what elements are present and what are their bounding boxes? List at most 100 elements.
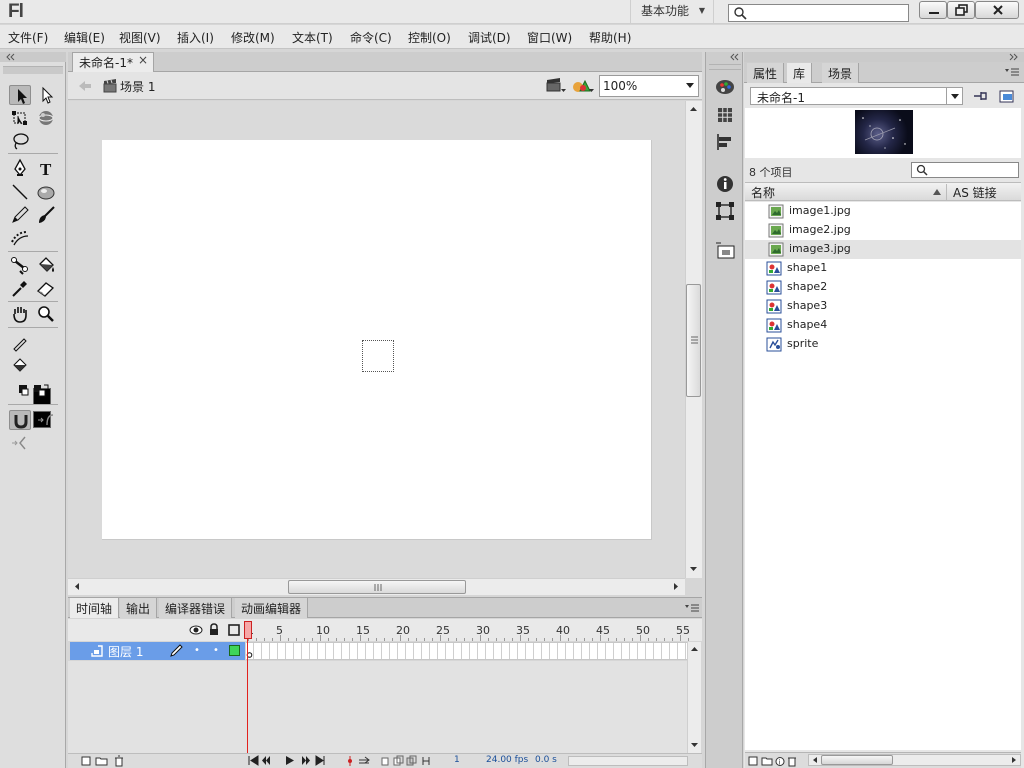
library-document-select[interactable]: 未命名-1 <box>750 87 963 105</box>
scroll-up-icon[interactable] <box>688 644 701 654</box>
close-tab-icon[interactable]: × <box>138 53 148 67</box>
snap-to-objects-button[interactable] <box>9 410 31 430</box>
scroll-right-icon[interactable] <box>1009 755 1019 765</box>
library-actions[interactable]: i <box>748 754 810 768</box>
help-search-input[interactable] <box>728 4 909 22</box>
scroll-right-icon[interactable] <box>670 579 682 594</box>
eraser-tool[interactable] <box>35 278 57 298</box>
library-item[interactable]: image1.jpg <box>745 202 1021 221</box>
tab-motion-editor[interactable]: 动画编辑器 <box>235 598 309 618</box>
restore-button[interactable] <box>947 1 975 19</box>
menu-edit[interactable]: 编辑(E) <box>64 29 105 46</box>
outline-icon[interactable] <box>228 624 240 636</box>
transform-panel-icon[interactable] <box>713 200 737 222</box>
library-item[interactable]: shape2 <box>745 278 1021 297</box>
subselection-tool[interactable] <box>35 85 57 105</box>
eye-icon[interactable] <box>189 624 203 636</box>
timeline-vertical-scrollbar[interactable] <box>687 642 701 754</box>
timeline-horizontal-scrollbar[interactable] <box>568 756 688 766</box>
scroll-left-icon[interactable] <box>810 755 820 765</box>
edit-scene-icon[interactable] <box>545 77 567 95</box>
menu-text[interactable]: 文本(T) <box>292 29 333 46</box>
current-frame[interactable]: 1 <box>454 755 460 765</box>
menu-insert[interactable]: 插入(I) <box>177 29 214 46</box>
3d-rotation-tool[interactable] <box>35 108 57 128</box>
edit-symbols-icon[interactable] <box>572 77 594 95</box>
paint-bucket-tool[interactable] <box>35 255 57 275</box>
menu-modify[interactable]: 修改(M) <box>231 29 275 46</box>
info-icon[interactable] <box>713 173 737 195</box>
trash-icon[interactable] <box>113 755 125 767</box>
selected-object-marquee[interactable] <box>362 340 394 372</box>
lock-icon[interactable] <box>208 623 220 636</box>
library-item-selected[interactable]: image3.jpg <box>745 240 1021 259</box>
library-item[interactable]: sprite <box>745 335 1021 354</box>
onion-skin-controls[interactable] <box>345 755 431 767</box>
menu-commands[interactable]: 命令(C) <box>350 29 392 46</box>
tab-properties[interactable]: 属性 <box>747 63 785 83</box>
pen-tool[interactable] <box>9 158 31 178</box>
library-item[interactable]: shape3 <box>745 297 1021 316</box>
workspace-switcher[interactable]: 基本功能 ▼ <box>630 0 714 24</box>
zoom-tool[interactable] <box>35 304 57 324</box>
lasso-tool[interactable] <box>9 131 31 151</box>
scroll-up-icon[interactable] <box>686 103 701 115</box>
align-icon[interactable] <box>713 131 737 153</box>
menu-file[interactable]: 文件(F) <box>8 29 48 46</box>
tab-scene[interactable]: 场景 <box>822 63 860 83</box>
column-name[interactable]: 名称 <box>751 184 775 201</box>
menu-help[interactable]: 帮助(H) <box>589 29 631 46</box>
minimize-button[interactable] <box>919 1 947 19</box>
tab-output[interactable]: 输出 <box>120 598 158 618</box>
brush-tool[interactable] <box>35 205 57 225</box>
column-as-linkage[interactable]: AS 链接 <box>946 184 997 201</box>
collapse-arrows-icon[interactable] <box>728 52 742 62</box>
library-item[interactable]: shape4 <box>745 316 1021 335</box>
library-scroll-thumb[interactable] <box>821 755 893 765</box>
scroll-down-icon[interactable] <box>686 563 701 575</box>
components-icon[interactable] <box>713 240 737 262</box>
pencil-tool[interactable] <box>9 205 31 225</box>
tab-library[interactable]: 库 <box>787 63 813 83</box>
text-tool[interactable]: T <box>35 158 57 178</box>
new-folder-icon[interactable] <box>95 755 109 767</box>
frame-rate[interactable]: 24.00 fps <box>486 755 528 765</box>
straighten-button[interactable] <box>9 433 31 453</box>
layer-outline-color[interactable] <box>229 645 240 656</box>
line-tool[interactable] <box>9 182 31 202</box>
playhead[interactable] <box>244 621 252 639</box>
free-transform-tool[interactable] <box>9 108 31 128</box>
document-tab[interactable]: 未命名-1* × <box>72 52 154 72</box>
oval-tool[interactable] <box>35 182 57 202</box>
hand-tool[interactable] <box>9 304 31 324</box>
tools-grip[interactable] <box>3 66 63 74</box>
deco-tool[interactable] <box>9 228 31 248</box>
playback-controls[interactable] <box>248 755 328 767</box>
menu-window[interactable]: 窗口(W) <box>527 29 572 46</box>
layer-name[interactable]: 图层 1 <box>108 643 143 660</box>
library-search-input[interactable] <box>911 162 1019 178</box>
tools-panel-header[interactable] <box>0 52 66 62</box>
swatches-grid-icon[interactable] <box>713 104 737 126</box>
horizontal-scroll-thumb[interactable] <box>288 580 466 594</box>
swap-colors-button[interactable] <box>30 381 52 401</box>
scroll-left-icon[interactable] <box>71 579 83 594</box>
menu-control[interactable]: 控制(O) <box>408 29 451 46</box>
color-palette-icon[interactable] <box>713 76 737 98</box>
visibility-dot[interactable]: • <box>194 645 200 656</box>
lock-dot[interactable]: • <box>213 645 219 656</box>
sort-ascending-icon[interactable] <box>932 188 942 196</box>
layer-row[interactable]: • • <box>70 642 245 660</box>
menu-debug[interactable]: 调试(D) <box>468 29 511 46</box>
close-button[interactable] <box>975 1 1019 19</box>
panel-menu-icon[interactable] <box>684 603 700 613</box>
bone-tool[interactable] <box>9 255 31 275</box>
library-item[interactable]: shape1 <box>745 259 1021 278</box>
vertical-scroll-thumb[interactable] <box>686 284 701 397</box>
new-library-panel-icon[interactable] <box>998 88 1016 104</box>
tab-compiler-errors[interactable]: 编译器错误 <box>159 598 233 618</box>
library-horizontal-scrollbar[interactable] <box>808 754 1021 766</box>
scroll-down-icon[interactable] <box>688 740 701 750</box>
zoom-select[interactable]: 100% <box>599 75 699 97</box>
new-layer-icon[interactable] <box>80 755 92 767</box>
